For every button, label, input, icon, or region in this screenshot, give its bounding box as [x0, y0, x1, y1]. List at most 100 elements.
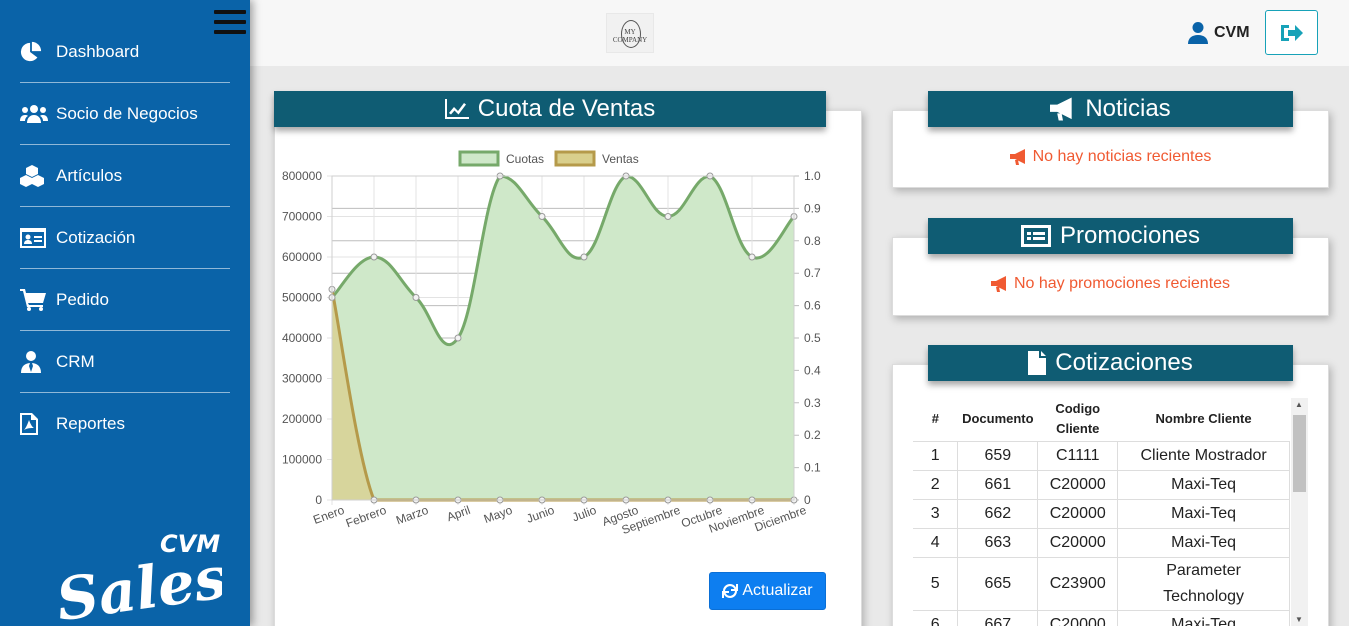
table-cell: 667: [957, 609, 1039, 626]
y-tick-label-right: 0.6: [804, 299, 821, 313]
y-tick-label-left: 700000: [282, 210, 322, 224]
scroll-up-icon[interactable]: ▲: [1295, 400, 1303, 409]
y-tick-label-left: 200000: [282, 412, 322, 426]
table-cell: 659: [957, 440, 1039, 471]
table-header-row: # Documento Codigo Cliente Nombre Client…: [913, 398, 1290, 442]
table-row[interactable]: 6 667 C20000 Maxi-Teq: [913, 609, 1290, 626]
data-point: [370, 253, 378, 261]
table-row[interactable]: 2 661 C20000 Maxi-Teq: [913, 469, 1290, 500]
quotes-scrollbar[interactable]: ▲ ▼: [1291, 398, 1308, 626]
y-tick-label-right: 0.5: [804, 331, 821, 345]
x-tick-label: Marzo: [394, 503, 430, 528]
promotions-title: Promociones: [1059, 222, 1201, 249]
ticket-icon: [1020, 225, 1051, 247]
news-empty-message: No hay noticias recientes: [893, 148, 1328, 166]
table-cell: Maxi-Teq: [1117, 609, 1290, 626]
y-tick-label-right: 0.8: [804, 234, 821, 248]
user-name: CVM: [1214, 24, 1250, 41]
sales-quota-header: Cuota de Ventas: [274, 91, 826, 127]
scrollbar-thumb[interactable]: [1293, 415, 1306, 492]
scroll-down-icon[interactable]: ▼: [1295, 615, 1303, 624]
quotes-header: Cotizaciones: [928, 345, 1293, 381]
users-icon: [20, 102, 50, 126]
y-tick-label-right: 0: [804, 493, 811, 507]
y-tick-label-left: 0: [315, 493, 322, 507]
sign-out-icon: [1280, 24, 1303, 41]
sidebar-item-label: CRM: [56, 351, 95, 371]
refresh-icon: [722, 584, 739, 598]
data-point: [748, 253, 756, 261]
shopping-cart-icon: [20, 288, 50, 312]
table-row[interactable]: 3 662 C20000 Maxi-Teq: [913, 498, 1290, 529]
refresh-button[interactable]: Actualizar: [709, 572, 826, 610]
sidebar: Dashboard Socio de Negocios Artículos Co…: [0, 0, 250, 626]
legend-label: Ventas: [602, 152, 639, 166]
table-cell: 3: [913, 498, 959, 529]
cubes-icon: [20, 164, 50, 188]
table-cell: C20000: [1037, 469, 1119, 500]
news-title: Noticias: [1085, 95, 1171, 122]
sidebar-item-label: Pedido: [56, 289, 109, 309]
legend-swatch: [458, 150, 500, 167]
y-tick-label-left: 100000: [282, 453, 322, 467]
promotions-empty-message: No hay promociones recientes: [893, 275, 1328, 293]
sidebar-item-label: Reportes: [56, 414, 125, 433]
data-point: [664, 213, 672, 220]
x-tick-label: Febrero: [344, 503, 389, 531]
sidebar-item-crm[interactable]: CRM: [20, 331, 230, 393]
quotes-table-wrapper[interactable]: # Documento Codigo Cliente Nombre Client…: [913, 398, 1308, 626]
column-header: #: [913, 398, 958, 442]
quotes-table: # Documento Codigo Cliente Nombre Client…: [913, 398, 1290, 626]
table-cell: 5: [913, 556, 959, 611]
x-tick-label: April: [445, 503, 472, 524]
data-point: [454, 334, 462, 342]
table-row[interactable]: 5 665 C23900 Parameter Technology: [913, 556, 1290, 611]
sidebar-item-articulos[interactable]: Artículos: [20, 145, 230, 207]
y-tick-label-right: 0.2: [804, 428, 821, 442]
legend-swatch: [554, 150, 596, 167]
data-point: [538, 213, 546, 220]
y-tick-label-right: 0.4: [804, 363, 821, 377]
data-point: [580, 253, 588, 261]
legend-label: Cuotas: [506, 152, 544, 166]
y-tick-label-right: 0.1: [804, 461, 821, 475]
pdf-file-icon: [20, 412, 50, 436]
y-tick-label-right: 0.3: [804, 396, 821, 410]
id-card-icon: [20, 226, 50, 250]
table-cell: Maxi-Teq: [1117, 469, 1290, 500]
company-logo: MY COMPANY: [606, 13, 654, 53]
sidebar-item-dashboard[interactable]: Dashboard: [20, 21, 230, 83]
sidebar-item-label: Socio de Negocios: [56, 103, 198, 123]
table-cell: 663: [957, 527, 1039, 558]
file-icon: [1028, 351, 1047, 375]
table-cell: Cliente Mostrador: [1117, 440, 1290, 471]
sidebar-item-socio-de-negocios[interactable]: Socio de Negocios: [20, 83, 230, 145]
line-chart-icon: [444, 99, 469, 119]
x-tick-label: Junio: [524, 503, 556, 526]
quotes-title: Cotizaciones: [1055, 349, 1193, 376]
sidebar-item-reportes[interactable]: Reportes: [20, 393, 230, 455]
x-tick-label: Julio: [570, 503, 598, 525]
table-row[interactable]: 1 659 C1111 Cliente Mostrador: [913, 440, 1290, 471]
refresh-label: Actualizar: [742, 582, 813, 599]
user-icon: [1188, 22, 1208, 44]
table-cell: 4: [913, 527, 959, 558]
table-cell: C1111: [1037, 440, 1119, 471]
sidebar-item-pedido[interactable]: Pedido: [20, 269, 230, 331]
column-header: Nombre Cliente: [1117, 398, 1290, 442]
table-row[interactable]: 4 663 C20000 Maxi-Teq: [913, 527, 1290, 558]
sales-cvm-logo: Sales CVM: [52, 530, 222, 620]
sales-chart: 0 100000 200000 300000 400000 500000 600000 700…: [282, 150, 821, 537]
table-cell: C23900: [1037, 556, 1119, 611]
table-cell: 665: [957, 556, 1039, 611]
bullhorn-icon: [990, 276, 1006, 292]
sidebar-item-cotizacion[interactable]: Cotización: [20, 207, 230, 269]
table-cell: Maxi-Teq: [1117, 498, 1290, 529]
logout-button[interactable]: [1265, 10, 1318, 55]
y-tick-label-right: 0.9: [804, 201, 821, 215]
table-cell: 6: [913, 609, 959, 626]
y-tick-label-right: 0.7: [804, 266, 821, 280]
news-header: Noticias: [928, 91, 1293, 127]
user-menu[interactable]: CVM: [1188, 22, 1250, 44]
table-cell: Parameter Technology: [1117, 556, 1290, 611]
